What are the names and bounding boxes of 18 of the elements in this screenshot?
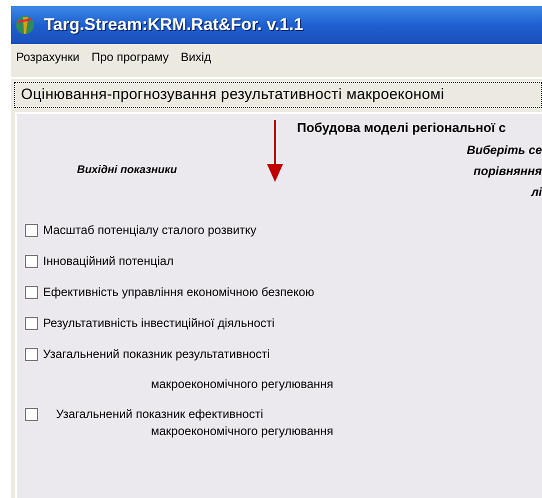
checkbox-label[interactable]: Узагальнений показник результативності (43, 345, 270, 363)
group-tab[interactable]: Оцінювання-прогнозування результативності макроекономі (14, 82, 542, 108)
window-title: Targ.Stream:KRM.Rat&For. v.1.1 (44, 14, 304, 36)
instruction-text: порівняння (474, 162, 542, 180)
checkbox-label[interactable]: Узагальнений показник ефективності (56, 405, 264, 423)
instruction-text: Виберіть се (466, 142, 542, 158)
checkbox-label[interactable]: Інноваційний потенціал (43, 252, 174, 270)
checkbox-label[interactable]: Ефективність управління економічною безпекою (43, 283, 314, 301)
instruction-text: лі (531, 184, 542, 200)
column-heading: Вихідні показники (77, 163, 177, 178)
menu-item[interactable]: Про програму (91, 48, 169, 66)
menu-item[interactable]: Вихід (180, 48, 212, 66)
checkbox-label[interactable]: Результативність інвестиційної діяльності (43, 314, 275, 332)
checkbox-label[interactable]: Масштаб потенціалу сталого розвитку (43, 221, 256, 239)
menu-item[interactable]: Розрахунки (16, 48, 80, 66)
checkbox-label: макроекономічного регулювання (151, 424, 334, 438)
checkbox-label: макроекономічного регулювання (151, 376, 334, 393)
panel-heading: Побудова моделі регіональної с (297, 119, 506, 137)
